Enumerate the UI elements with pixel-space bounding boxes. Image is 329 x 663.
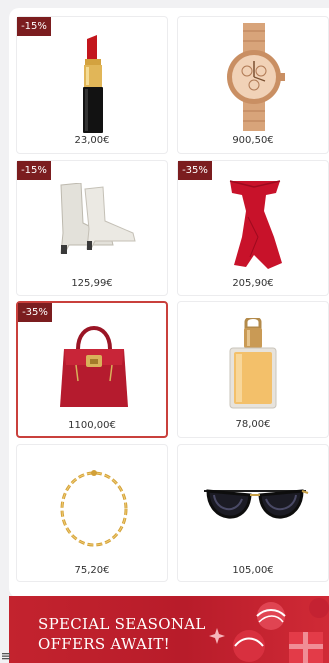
banner-line-2: OFFERS AWAIT! — [38, 635, 170, 653]
product-price: 1100,00€ — [68, 420, 116, 431]
product-card-handbag[interactable]: -35% 1100,00€ — [16, 301, 168, 438]
ornament-decoration-icon — [209, 598, 329, 663]
banner-headline: SPECIAL SEASONAL OFFERS AWAIT! — [38, 614, 206, 654]
product-price: 900,50€ — [232, 135, 274, 146]
handbag-image — [60, 326, 128, 407]
perfume-image — [229, 318, 277, 409]
lipstick-image — [83, 35, 103, 133]
product-price: 105,00€ — [232, 565, 274, 576]
sunglasses-image — [204, 489, 309, 519]
product-card-necklace[interactable]: 75,20€ — [16, 444, 168, 582]
product-card-lipstick[interactable]: -15% 23,00€ — [16, 16, 168, 154]
necklace-image — [60, 470, 128, 547]
product-card-watch[interactable]: 900,50€ — [177, 16, 329, 154]
dress-image — [229, 180, 282, 269]
product-price: 75,20€ — [74, 565, 110, 576]
discount-badge: -15% — [17, 161, 51, 180]
product-card-sunglasses[interactable]: 105,00€ — [177, 444, 329, 582]
product-card-perfume[interactable]: 78,00€ — [177, 301, 329, 438]
banner-line-1: SPECIAL SEASONAL — [38, 615, 206, 633]
seasonal-offer-banner[interactable]: SPECIAL SEASONAL OFFERS AWAIT! — [9, 596, 329, 663]
hamburger-menu-icon[interactable] — [2, 652, 10, 660]
discount-badge: -35% — [178, 161, 212, 180]
product-card-dress[interactable]: -35% 205,90€ — [177, 160, 329, 296]
product-card-boots[interactable]: -15% 125,99€ — [16, 160, 168, 296]
product-price: 78,00€ — [235, 419, 271, 430]
product-price: 23,00€ — [74, 135, 110, 146]
product-price: 125,99€ — [71, 278, 113, 289]
watch-image — [227, 23, 285, 131]
discount-badge: -35% — [18, 303, 52, 322]
product-price: 205,90€ — [232, 278, 274, 289]
boots-image — [60, 183, 136, 254]
discount-badge: -15% — [17, 17, 51, 36]
